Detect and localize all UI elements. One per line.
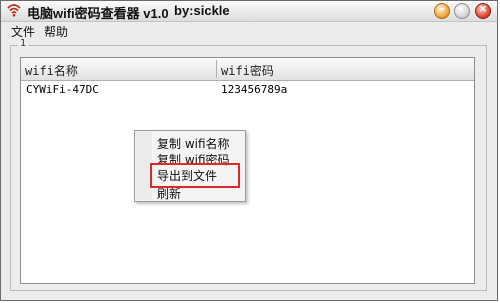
- column-header-wifi-password[interactable]: wifi密码: [221, 62, 274, 79]
- highlight-annotation-box: [150, 163, 240, 188]
- group-label: 1: [18, 38, 29, 49]
- window-author: by:sickle: [174, 3, 230, 18]
- window-title: 电脑wifi密码查看器 v1.0: [27, 6, 169, 21]
- cell-wifi-password: 123456789a: [221, 83, 288, 96]
- minimize-icon: –: [439, 2, 445, 15]
- menu-help[interactable]: 帮助: [44, 23, 68, 40]
- title-bar[interactable]: 电脑wifi密码查看器 v1.0 by:sickle – ×: [1, 1, 497, 22]
- wifi-icon: [7, 3, 21, 17]
- context-item-copy-name[interactable]: 复制 wifi名称: [157, 135, 230, 152]
- cell-wifi-name: CYWiFi-47DC: [26, 83, 99, 96]
- table-row[interactable]: CYWiFi-47DC 123456789a: [21, 82, 474, 98]
- minimize-button[interactable]: –: [434, 2, 450, 19]
- wifi-list[interactable]: wifi名称 wifi密码 CYWiFi-47DC 123456789a: [20, 57, 475, 284]
- menu-bar: 文件 帮助: [1, 22, 497, 39]
- close-button[interactable]: ×: [475, 2, 491, 19]
- close-icon: ×: [478, 2, 488, 15]
- maximize-button[interactable]: [454, 3, 470, 19]
- column-header-wifi-name[interactable]: wifi名称: [25, 62, 78, 79]
- list-header: wifi名称 wifi密码: [21, 58, 474, 81]
- column-divider[interactable]: [216, 60, 217, 78]
